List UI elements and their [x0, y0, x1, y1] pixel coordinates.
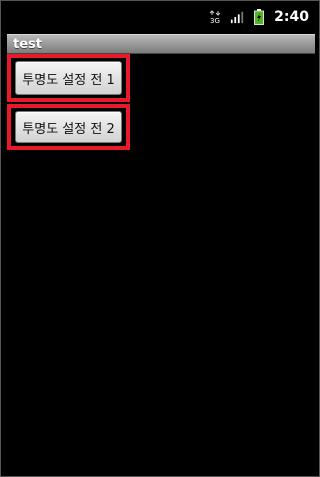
highlight-frame-1: 투명도 설정 전 1: [7, 54, 130, 102]
transparency-before-1-button[interactable]: 투명도 설정 전 1: [15, 61, 122, 95]
network-label: 3G: [210, 17, 220, 24]
highlight-frame-2: 투명도 설정 전 2: [7, 104, 130, 150]
device-screen: 3G 2:40 test 투명도 설정 전 1 투명도 설정 전 2: [0, 0, 320, 477]
app-title-bar: test: [7, 34, 315, 54]
signal-strength-icon: [230, 10, 244, 24]
status-time: 2:40: [274, 8, 309, 25]
battery-charging-icon: [252, 8, 266, 25]
status-bar: 3G 2:40: [1, 1, 319, 32]
app-title: test: [13, 36, 42, 52]
data-3g-icon: 3G: [208, 9, 222, 24]
transparency-before-2-button[interactable]: 투명도 설정 전 2: [15, 111, 122, 143]
